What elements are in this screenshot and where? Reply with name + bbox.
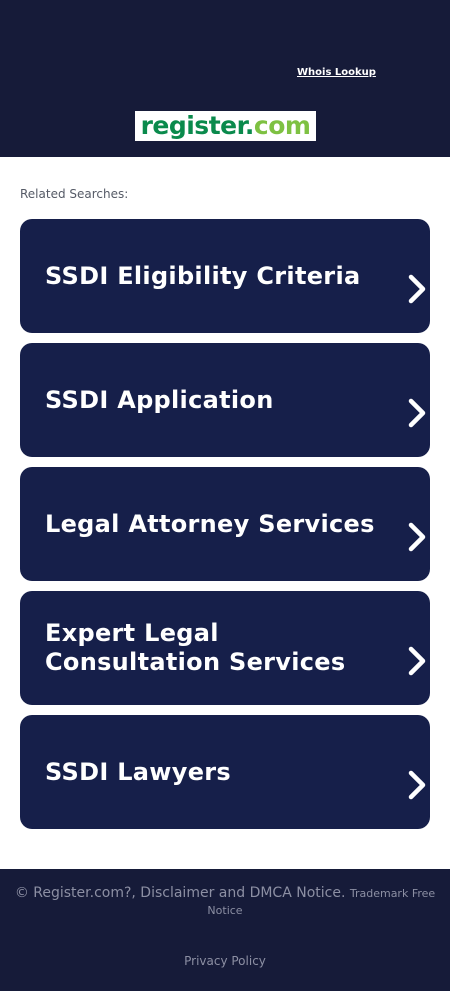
- whois-lookup-link[interactable]: Whois Lookup: [297, 67, 376, 78]
- related-search-card[interactable]: SSDI Eligibility Criteria: [20, 219, 430, 333]
- related-search-card[interactable]: SSDI Lawyers: [20, 715, 430, 829]
- chevron-right-icon: [408, 770, 426, 800]
- chevron-right-icon: [408, 398, 426, 428]
- chevron-right-icon: [408, 274, 426, 304]
- related-search-label: SSDI Eligibility Criteria: [45, 261, 361, 290]
- chevron-right-icon: [408, 646, 426, 676]
- logo-wordmark: register.com: [141, 111, 311, 141]
- related-search-card[interactable]: SSDI Application: [20, 343, 430, 457]
- footer-notice: © Register.com?, Disclaimer and DMCA Not…: [10, 885, 440, 919]
- register-logo[interactable]: register.com: [135, 111, 316, 141]
- related-searches-label: Related Searches:: [20, 187, 129, 201]
- related-search-label: Expert Legal Consultation Services: [45, 619, 346, 676]
- related-search-label: SSDI Lawyers: [45, 757, 232, 786]
- privacy-policy-link[interactable]: Privacy Policy: [0, 954, 450, 968]
- logo-com-text: com: [253, 111, 311, 140]
- header-bar: Whois Lookup register.com: [0, 0, 450, 157]
- logo-dot-text: .: [244, 111, 255, 140]
- related-search-card[interactable]: Expert Legal Consultation Services: [20, 591, 430, 705]
- disclaimer-link[interactable]: © Register.com?, Disclaimer and DMCA Not…: [15, 885, 346, 901]
- chevron-right-icon: [408, 522, 426, 552]
- related-search-card[interactable]: Legal Attorney Services: [20, 467, 430, 581]
- related-search-label: Legal Attorney Services: [45, 509, 375, 538]
- footer: © Register.com?, Disclaimer and DMCA Not…: [0, 869, 450, 991]
- related-search-label: SSDI Application: [45, 385, 274, 414]
- logo-register-text: register: [140, 111, 246, 140]
